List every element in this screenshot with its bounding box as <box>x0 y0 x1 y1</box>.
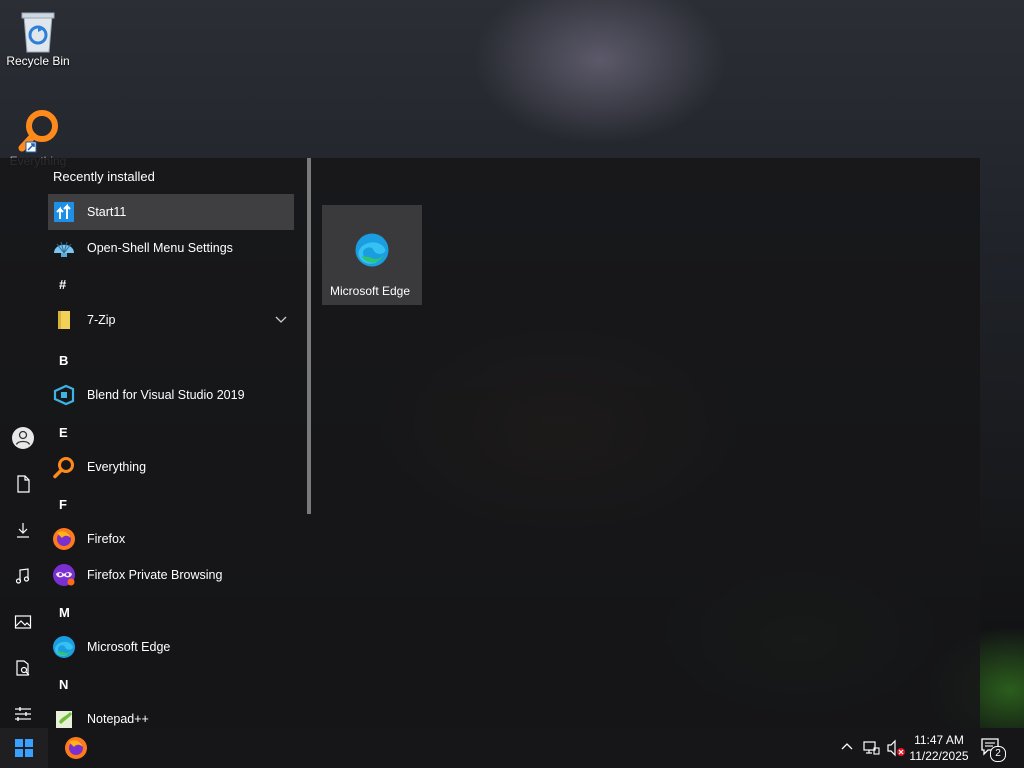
downloads-button[interactable] <box>5 512 41 548</box>
app-item-label: Firefox Private Browsing <box>87 568 223 582</box>
pictures-icon <box>14 615 32 629</box>
chevron-up-icon[interactable] <box>839 739 855 755</box>
music-button[interactable] <box>5 558 41 594</box>
app-item-label: Firefox <box>87 532 126 546</box>
app-item-firefox[interactable]: Firefox <box>48 521 294 557</box>
edge-icon <box>355 233 389 267</box>
app-item-notepad-plus-plus[interactable]: Notepad++ <box>48 701 294 728</box>
app-item-7-zip[interactable]: 7-Zip <box>48 302 294 338</box>
app-item-label: Everything <box>87 460 147 474</box>
app-item-label: Open-Shell Menu Settings <box>87 241 233 255</box>
app-item-label: Microsoft Edge <box>87 640 171 654</box>
volume-muted-icon[interactable] <box>886 739 906 757</box>
chevron-down-icon[interactable] <box>274 312 288 326</box>
edge-icon <box>52 635 76 659</box>
app-list-scrollbar[interactable] <box>307 158 311 514</box>
app-item-label: Start11 <box>87 205 127 219</box>
group-header-f[interactable]: F <box>59 497 67 512</box>
taskbar-clock[interactable]: 11:47 AM 11/22/2025 <box>904 732 974 764</box>
app-item-label: Blend for Visual Studio 2019 <box>87 388 245 402</box>
tile-label: Microsoft Edge <box>330 284 411 298</box>
action-center-button[interactable]: 2 <box>980 736 1006 765</box>
firefox-icon <box>65 737 87 759</box>
firefox-icon <box>52 527 76 551</box>
start-menu-rail <box>0 158 46 728</box>
start-menu: Recently installed Start11 Open-Shell Me… <box>0 158 980 728</box>
app-list: Recently installed Start11 Open-Shell Me… <box>48 158 304 728</box>
user-account-button[interactable] <box>5 420 41 456</box>
desktop-icon-recycle-bin[interactable]: Recycle Bin <box>0 8 76 68</box>
windows-logo-icon <box>15 739 33 757</box>
music-icon <box>15 568 30 584</box>
clock-time: 11:47 AM <box>914 733 964 747</box>
everything-magnifier-icon <box>18 110 58 153</box>
app-item-microsoft-edge[interactable]: Microsoft Edge <box>48 629 294 665</box>
group-header-e[interactable]: E <box>59 425 68 440</box>
notification-count-badge: 2 <box>990 746 1006 762</box>
folder-icon <box>52 308 76 332</box>
taskbar-firefox-button[interactable] <box>56 728 96 768</box>
group-header-m[interactable]: M <box>59 605 70 620</box>
taskbar: 11:47 AM 11/22/2025 2 <box>0 728 1024 768</box>
documents-icon <box>17 475 30 493</box>
open-shell-icon <box>52 236 76 260</box>
group-header-b[interactable]: B <box>59 353 68 368</box>
settings-button[interactable] <box>5 696 41 732</box>
user-icon <box>12 427 34 449</box>
app-item-start11[interactable]: Start11 <box>48 194 294 230</box>
desktop-icon-label: Recycle Bin <box>6 54 70 68</box>
file-explorer-icon <box>16 660 30 676</box>
clock-date: 11/22/2025 <box>909 749 969 763</box>
tile-microsoft-edge[interactable]: Microsoft Edge <box>322 205 422 305</box>
file-explorer-button[interactable] <box>5 650 41 686</box>
app-item-label: 7-Zip <box>87 313 116 327</box>
app-item-everything[interactable]: Everything <box>48 449 294 485</box>
app-item-blend-vs2019[interactable]: Blend for Visual Studio 2019 <box>48 377 294 413</box>
recently-installed-header: Recently installed <box>53 169 155 184</box>
group-header-n[interactable]: N <box>59 677 68 692</box>
downloads-icon <box>17 523 29 538</box>
firefox-private-icon <box>52 563 76 587</box>
notepad-plus-plus-icon <box>52 707 76 728</box>
app-item-firefox-private[interactable]: Firefox Private Browsing <box>48 557 294 593</box>
network-icon[interactable] <box>862 739 880 757</box>
settings-icon <box>15 707 31 721</box>
app-item-label: Notepad++ <box>87 712 149 726</box>
start-button[interactable] <box>0 728 48 768</box>
blend-icon <box>52 383 76 407</box>
start11-icon <box>52 200 76 224</box>
group-header-hash[interactable]: # <box>59 277 66 292</box>
app-item-open-shell-settings[interactable]: Open-Shell Menu Settings <box>48 230 294 266</box>
recycle-bin-icon <box>21 12 55 53</box>
documents-button[interactable] <box>5 466 41 502</box>
pictures-button[interactable] <box>5 604 41 640</box>
everything-icon <box>52 455 76 479</box>
